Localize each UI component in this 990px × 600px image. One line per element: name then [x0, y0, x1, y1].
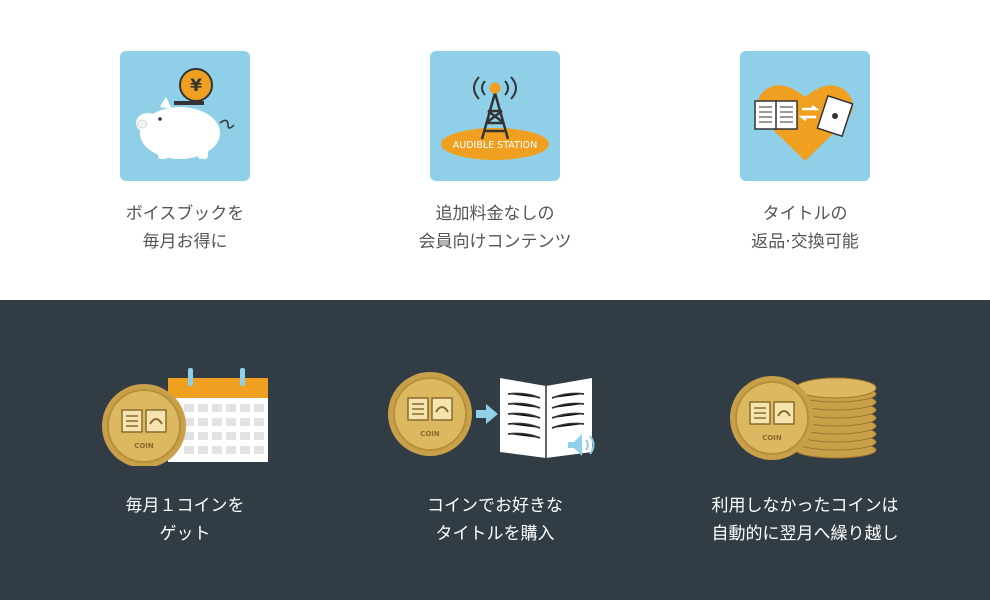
- feature-line2: 自動的に翌月へ繰り越し: [711, 524, 899, 544]
- feature-line1: 毎月１コインを: [125, 496, 245, 516]
- yen-symbol: ¥: [190, 76, 202, 96]
- feature-line1: タイトルの: [762, 204, 848, 224]
- benefits-section: ¥ ボイスブックを 毎月お得に AUDIBLE STATION 追加料金なしの …: [0, 0, 990, 300]
- feature-caption: 毎月１コインを ゲット: [60, 492, 310, 548]
- feature-line2: 会員向けコンテンツ: [418, 232, 572, 252]
- feature-line1: 追加料金なしの: [435, 204, 555, 224]
- feature-line2: 返品·交換可能: [751, 232, 859, 252]
- feature-caption: 利用しなかったコインは 自動的に翌月へ繰り越し: [680, 492, 930, 548]
- feature-caption: ボイスブックを 毎月お得に: [60, 200, 310, 256]
- feature-line1: 利用しなかったコインは: [711, 496, 899, 516]
- book-exchange-icon: [740, 51, 870, 181]
- feature-line1: コインでお好きな: [427, 496, 563, 516]
- coin-stack-icon: COIN: [730, 376, 877, 460]
- feature-line1: ボイスブックを: [125, 204, 245, 224]
- feature-line2: 毎月お得に: [142, 232, 228, 252]
- feature-caption: タイトルの 返品·交換可能: [680, 200, 930, 256]
- coin-label: COIN: [420, 430, 440, 438]
- feature-caption: 追加料金なしの 会員向けコンテンツ: [370, 200, 620, 256]
- audible-station-badge: AUDIBLE STATION: [453, 140, 537, 151]
- coin-section: COIN 毎月１コインを ゲット COIN コインでお好きな タイトルを購入 C…: [0, 300, 990, 600]
- coin-calendar-icon: COIN: [102, 368, 268, 466]
- feature-caption: コインでお好きな タイトルを購入: [370, 492, 620, 548]
- piggy-bank-icon: ¥: [120, 51, 250, 181]
- coin-to-book-icon: COIN: [388, 372, 595, 458]
- feature-line2: タイトルを購入: [435, 524, 555, 544]
- coin-label: COIN: [762, 434, 782, 442]
- coin-label: COIN: [134, 442, 154, 450]
- feature-line2: ゲット: [159, 524, 211, 544]
- radio-tower-icon: AUDIBLE STATION: [430, 51, 560, 181]
